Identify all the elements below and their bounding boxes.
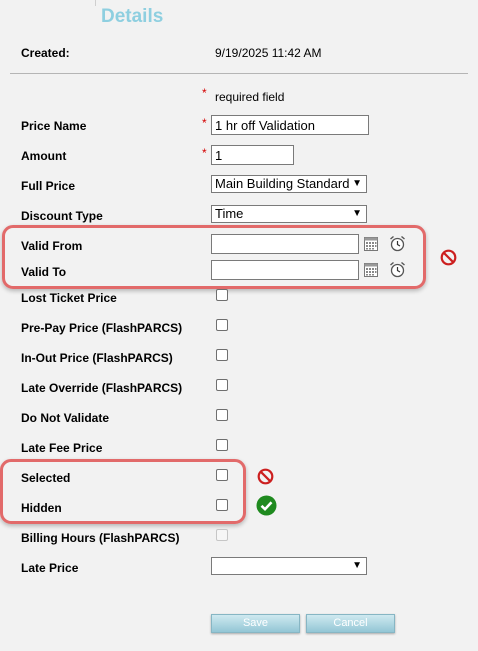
- amount-label: Amount: [21, 149, 67, 163]
- discount-type-select[interactable]: Time ▼: [211, 205, 367, 223]
- required-star: *: [202, 146, 207, 160]
- page-title: Details: [101, 6, 164, 27]
- tab-divider: [95, 0, 96, 6]
- full-price-value: Main Building Standard: [215, 176, 350, 191]
- prepay-checkbox[interactable]: [216, 319, 228, 331]
- lost-ticket-label: Lost Ticket Price: [21, 291, 117, 305]
- created-label: Created:: [21, 46, 70, 60]
- late-price-select[interactable]: ▼: [211, 557, 367, 575]
- billing-hours-label: Billing Hours (FlashPARCS): [21, 531, 180, 545]
- alarm-clock-icon[interactable]: [389, 235, 406, 252]
- prohibited-icon: [257, 468, 274, 485]
- valid-to-input[interactable]: [211, 260, 359, 280]
- selected-label: Selected: [21, 471, 71, 485]
- full-price-select[interactable]: Main Building Standard ▼: [211, 175, 367, 193]
- valid-to-label: Valid To: [21, 265, 67, 279]
- amount-input[interactable]: [211, 145, 294, 165]
- required-star: *: [202, 116, 207, 130]
- save-button[interactable]: Save: [211, 614, 300, 633]
- hidden-label: Hidden: [21, 501, 62, 515]
- discount-type-value: Time: [215, 206, 244, 221]
- late-override-label: Late Override (FlashPARCS): [21, 381, 183, 395]
- prohibited-icon: [440, 249, 457, 266]
- discount-type-label: Discount Type: [21, 209, 103, 223]
- alarm-clock-icon[interactable]: [389, 261, 406, 278]
- chevron-down-icon: ▼: [352, 178, 362, 189]
- calendar-icon[interactable]: [364, 237, 378, 251]
- prepay-label: Pre-Pay Price (FlashPARCS): [21, 321, 183, 335]
- in-out-checkbox[interactable]: [216, 349, 228, 361]
- price-name-label: Price Name: [21, 119, 87, 133]
- valid-from-label: Valid From: [21, 239, 83, 253]
- billing-hours-checkbox: [216, 529, 228, 541]
- do-not-validate-label: Do Not Validate: [21, 411, 110, 425]
- lost-ticket-checkbox[interactable]: [216, 289, 228, 301]
- cancel-button[interactable]: Cancel: [306, 614, 395, 633]
- calendar-icon[interactable]: [364, 263, 378, 277]
- check-circle-icon: [256, 495, 277, 516]
- full-price-label: Full Price: [21, 179, 76, 193]
- chevron-down-icon: ▼: [352, 208, 362, 219]
- late-fee-checkbox[interactable]: [216, 439, 228, 451]
- required-star: *: [202, 86, 207, 100]
- valid-from-input[interactable]: [211, 234, 359, 254]
- price-name-input[interactable]: [211, 115, 369, 135]
- do-not-validate-checkbox[interactable]: [216, 409, 228, 421]
- required-note: required field: [215, 90, 285, 104]
- chevron-down-icon: ▼: [352, 560, 362, 571]
- selected-checkbox[interactable]: [216, 469, 228, 481]
- late-price-label: Late Price: [21, 561, 79, 575]
- divider: [10, 73, 468, 74]
- hidden-checkbox[interactable]: [216, 499, 228, 511]
- in-out-label: In-Out Price (FlashPARCS): [21, 351, 173, 365]
- late-fee-label: Late Fee Price: [21, 441, 103, 455]
- late-override-checkbox[interactable]: [216, 379, 228, 391]
- created-value: 9/19/2025 11:42 AM: [215, 46, 322, 60]
